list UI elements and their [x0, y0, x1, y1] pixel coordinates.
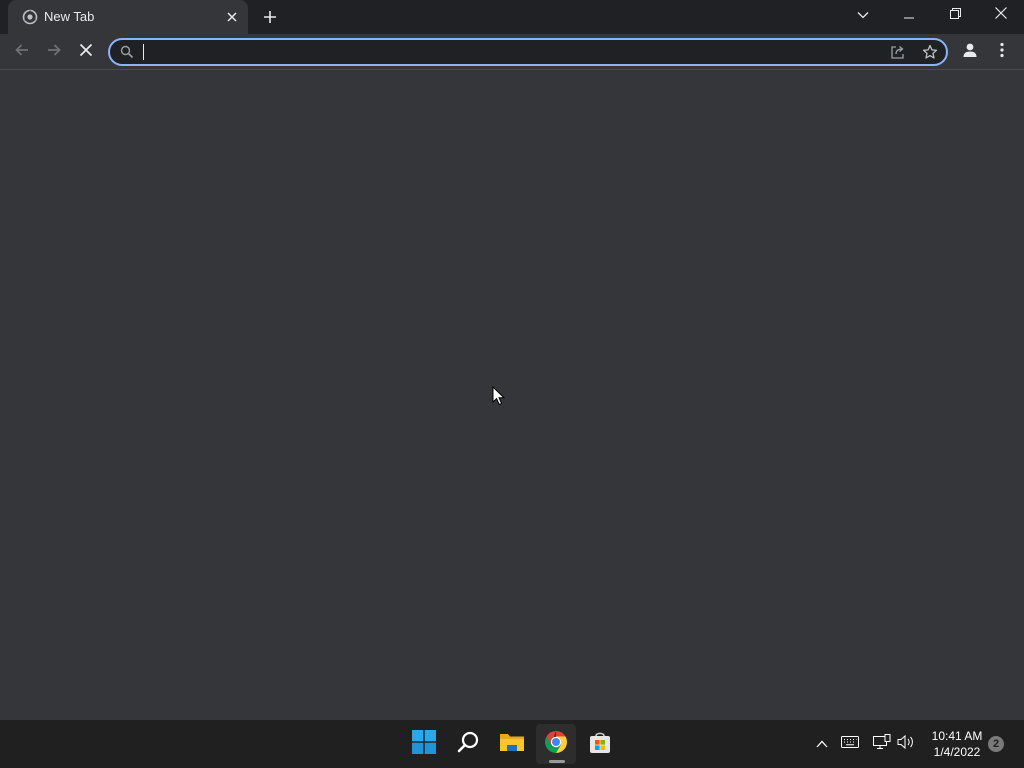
notification-badge[interactable]: 2	[988, 736, 1004, 752]
microsoft-store-button[interactable]	[580, 724, 620, 764]
stop-loading-button[interactable]	[72, 38, 100, 66]
search-icon	[456, 730, 480, 759]
network-icon	[873, 733, 891, 755]
star-icon[interactable]	[920, 42, 940, 62]
chrome-taskbar-button[interactable]	[536, 724, 576, 764]
chrome-new-tab-icon	[22, 9, 38, 25]
forward-button[interactable]	[40, 38, 68, 66]
volume-icon	[897, 734, 915, 755]
browser-toolbar	[0, 34, 1024, 70]
back-button[interactable]	[8, 38, 36, 66]
taskbar: 10:41 AM 1/4/2022 2	[0, 720, 1024, 768]
tab-strip: New Tab	[0, 0, 1024, 34]
mouse-cursor-icon	[492, 385, 506, 411]
chevron-down-icon	[857, 6, 869, 24]
keyboard-icon	[841, 735, 859, 753]
tab-title: New Tab	[44, 9, 95, 24]
clock-time: 10:41 AM	[931, 729, 983, 743]
restore-button[interactable]	[932, 0, 978, 30]
network-button[interactable]	[872, 733, 892, 755]
microsoft-store-icon	[588, 730, 612, 759]
volume-button[interactable]	[896, 734, 916, 754]
close-icon	[995, 6, 1007, 24]
tab-close-icon[interactable]	[222, 7, 242, 27]
active-app-indicator	[549, 760, 565, 763]
chevron-up-icon	[816, 735, 828, 753]
close-x-icon	[79, 43, 93, 62]
start-button[interactable]	[404, 724, 444, 764]
new-tab-button[interactable]	[258, 5, 282, 29]
page-content[interactable]	[0, 70, 1024, 720]
search-button[interactable]	[448, 724, 488, 764]
close-window-button[interactable]	[978, 0, 1024, 30]
kebab-menu-icon	[1000, 42, 1004, 63]
show-hidden-icons-button[interactable]	[812, 734, 832, 754]
text-caret	[143, 44, 144, 60]
tab-search-button[interactable]	[840, 0, 886, 30]
menu-button[interactable]	[988, 38, 1016, 66]
address-bar[interactable]	[108, 38, 948, 66]
file-explorer-icon	[499, 731, 525, 758]
minimize-button[interactable]	[886, 0, 932, 30]
restore-icon	[949, 6, 961, 24]
keyboard-button[interactable]	[840, 734, 860, 754]
arrow-left-icon	[14, 42, 30, 63]
profile-button[interactable]	[956, 38, 984, 66]
tab-new-tab[interactable]: New Tab	[8, 0, 248, 34]
taskbar-clock[interactable]: 10:41 AM 1/4/2022	[928, 728, 986, 760]
minimize-icon	[904, 6, 914, 24]
arrow-right-icon	[46, 42, 62, 63]
address-input[interactable]	[140, 42, 870, 62]
search-icon	[120, 45, 134, 59]
person-icon	[961, 41, 979, 64]
share-icon[interactable]	[888, 42, 908, 62]
clock-date: 1/4/2022	[933, 745, 981, 759]
windows-start-icon	[412, 729, 436, 759]
chrome-icon	[544, 730, 568, 759]
file-explorer-button[interactable]	[492, 724, 532, 764]
